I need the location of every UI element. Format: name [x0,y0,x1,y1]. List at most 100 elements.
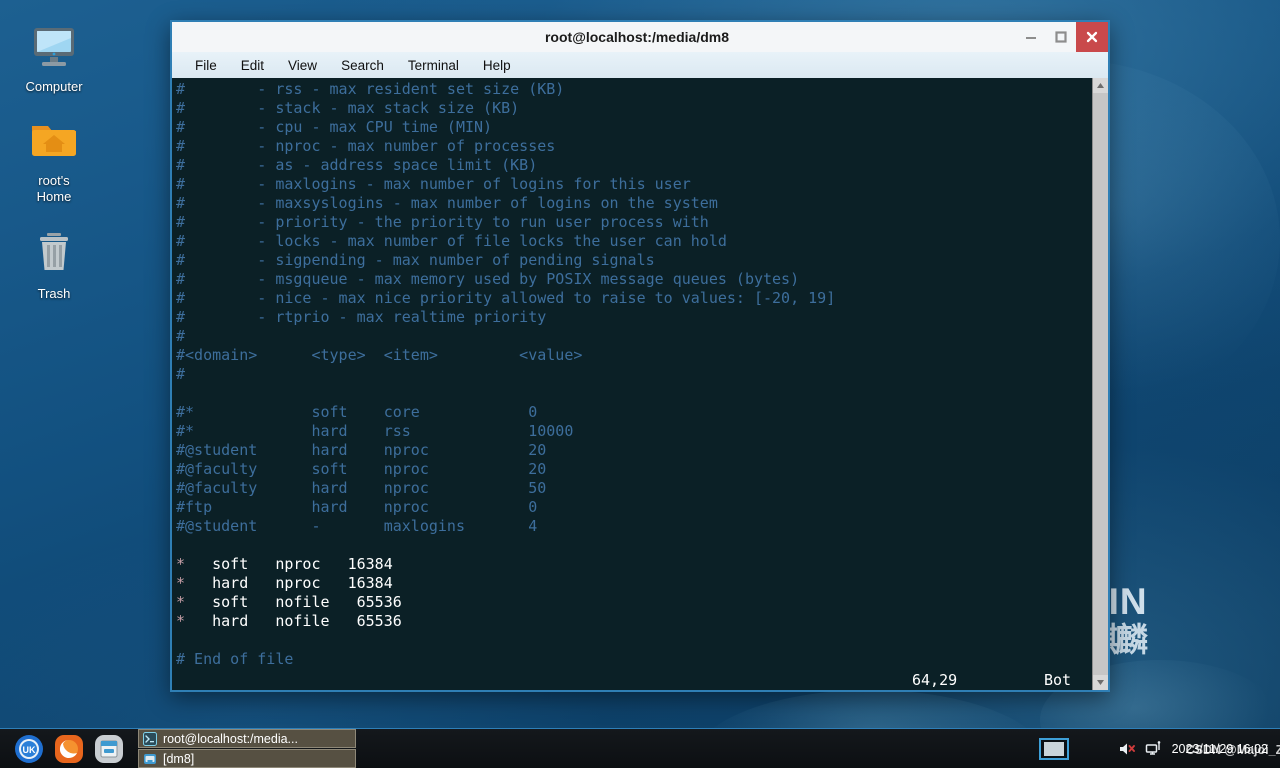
terminal-scrollbar[interactable] [1092,78,1108,690]
vim-scroll-position: Bot [1044,671,1072,689]
comment-line-text: # [176,365,186,383]
comment-line-text: # - stack - max stack size (KB) [176,99,520,117]
workspace-switcher[interactable] [1038,737,1069,760]
comment-line-text: # - priority - the priority to run user … [176,213,709,231]
vim-line: # - rss - max resident set size (KB) [176,80,1092,99]
chevron-up-icon [1097,83,1104,88]
comment-line-text: # - nice - max nice priority allowed to … [176,289,836,307]
file-manager-icon [95,734,123,763]
workspace-1[interactable] [1043,741,1064,756]
scroll-up-button[interactable] [1093,78,1108,93]
minimize-icon [1026,37,1036,39]
vim-line: * hard nproc 16384 [176,574,1092,593]
desktop-icon-label: Computer [25,79,83,94]
taskbar-launchers[interactable]: UK [0,734,124,764]
desktop-icon-home[interactable]: root's Home [0,112,108,205]
wallpaper-brand-cjk: 麒麟 [1085,621,1148,658]
comment-line-text: # - rss - max resident set size (KB) [176,80,565,98]
config-line-text: hard nofile 65536 [185,612,402,630]
config-line-domain: * [176,555,186,573]
network-icon[interactable] [1145,740,1163,758]
config-line-domain: * [176,574,186,592]
vim-line: # [176,365,1092,384]
firefox-button[interactable] [54,734,84,764]
vim-line: # - sigpending - max number of pending s… [176,251,1092,270]
taskbar-window-terminal[interactable]: root@localhost:/media... [138,729,356,748]
volume-muted-icon[interactable] [1118,740,1136,758]
vim-line: #<domain> <type> <item> <value> [176,346,1092,365]
vim-status-line: -- INSERT -- 64,29 Bot [172,670,1092,690]
vim-line: # - cpu - max CPU time (MIN) [176,118,1092,137]
vim-cursor-position: 64,29 [912,671,958,689]
scroll-down-button[interactable] [1093,675,1108,690]
vim-line: #@student hard nproc 20 [176,441,1092,460]
menu-view[interactable]: View [277,55,328,76]
wallpaper-brand-latin: LIN [1085,581,1148,622]
folder-icon [143,752,157,766]
config-line-text: hard nproc 16384 [185,574,393,592]
vim-line: # - msgqueue - max memory used by POSIX … [176,270,1092,289]
vim-line: # - stack - max stack size (KB) [176,99,1092,118]
vim-line: #* soft core 0 [176,403,1092,422]
terminal-text-area[interactable]: # - rss - max resident set size (KB) # - … [172,78,1092,690]
desktop-icon-label-line1: root's [38,173,70,188]
taskbar[interactable]: UK root@localhost:/media... [dm8] 2023/1… [0,728,1280,768]
window-titlebar[interactable]: root@localhost:/media/dm8 [170,20,1110,52]
comment-line-text: #@faculty hard nproc 50 [176,479,547,497]
taskbar-window-list[interactable]: root@localhost:/media... [dm8] [138,729,356,768]
start-menu-button[interactable]: UK [14,734,44,764]
vim-line: #@student - maxlogins 4 [176,517,1092,536]
system-tray[interactable]: 2023/11/29 16:02 CSDN @Majoi_ZYH [1038,737,1280,760]
clock[interactable]: 2023/11/29 16:02 CSDN @Majoi_ZYH [1171,741,1280,757]
desktop-icon-computer[interactable]: Computer [0,18,108,95]
terminal-body[interactable]: # - rss - max resident set size (KB) # - … [170,78,1110,692]
file-manager-button[interactable] [94,734,124,764]
taskbar-window-label: root@localhost:/media... [163,731,298,746]
close-button[interactable] [1076,22,1108,52]
menubar[interactable]: File Edit View Search Terminal Help [170,52,1110,78]
computer-monitor-icon [0,18,108,74]
wallpaper-brand-logo: LIN 麒麟 [1085,583,1280,671]
config-line-text: soft nproc 16384 [185,555,393,573]
vim-buffer[interactable]: # - rss - max resident set size (KB) # - … [172,78,1092,690]
menu-edit[interactable]: Edit [230,55,275,76]
vim-line [176,536,1092,555]
comment-line-text: #<domain> <type> <item> <value> [176,346,583,364]
taskbar-window-filemanager[interactable]: [dm8] [138,749,356,768]
desktop-icon-trash[interactable]: Trash [0,225,108,302]
maximize-button[interactable] [1046,22,1076,52]
menu-search[interactable]: Search [330,55,395,76]
vim-line: # - nice - max nice priority allowed to … [176,289,1092,308]
vim-line: * soft nofile 65536 [176,593,1092,612]
comment-line-text: # - sigpending - max number of pending s… [176,251,655,269]
comment-line-text: #* soft core 0 [176,403,538,421]
menu-help[interactable]: Help [472,55,522,76]
scrollbar-track[interactable] [1093,93,1108,675]
comment-line-text: # - msgqueue - max memory used by POSIX … [176,270,800,288]
terminal-window[interactable]: root@localhost:/media/dm8 File Edit View [170,20,1110,692]
comment-line-text: # - nproc - max number of processes [176,137,556,155]
comment-line-text: #@faculty soft nproc 20 [176,460,547,478]
menu-terminal[interactable]: Terminal [397,55,470,76]
comment-line-text: # [176,327,186,345]
home-folder-icon [0,112,108,168]
desktop-icon-label-line2: Home [36,189,72,204]
desktop: LIN 麒麟 Computer root's Home Trash root@l… [0,0,1280,768]
trash-can-icon [0,225,108,281]
comment-line-text: # - rtprio - max realtime priority [176,308,547,326]
vim-line: * soft nproc 16384 [176,555,1092,574]
minimize-button[interactable] [1016,22,1046,52]
taskbar-window-label: [dm8] [163,751,195,766]
vim-line: * hard nofile 65536 [176,612,1092,631]
chevron-down-icon [1097,680,1104,685]
vim-line: # End of file [176,650,1092,669]
comment-line-text: #@student hard nproc 20 [176,441,547,459]
vim-line: #@faculty soft nproc 20 [176,460,1092,479]
vim-line: # - maxsyslogins - max number of logins … [176,194,1092,213]
config-line-domain: * [176,593,186,611]
menu-file[interactable]: File [184,55,228,76]
vim-line: # - rtprio - max realtime priority [176,308,1092,327]
clock-text: 2023/11/29 16:02 [1171,741,1268,756]
vim-line [176,631,1092,650]
config-line-text: soft nofile 65536 [185,593,402,611]
